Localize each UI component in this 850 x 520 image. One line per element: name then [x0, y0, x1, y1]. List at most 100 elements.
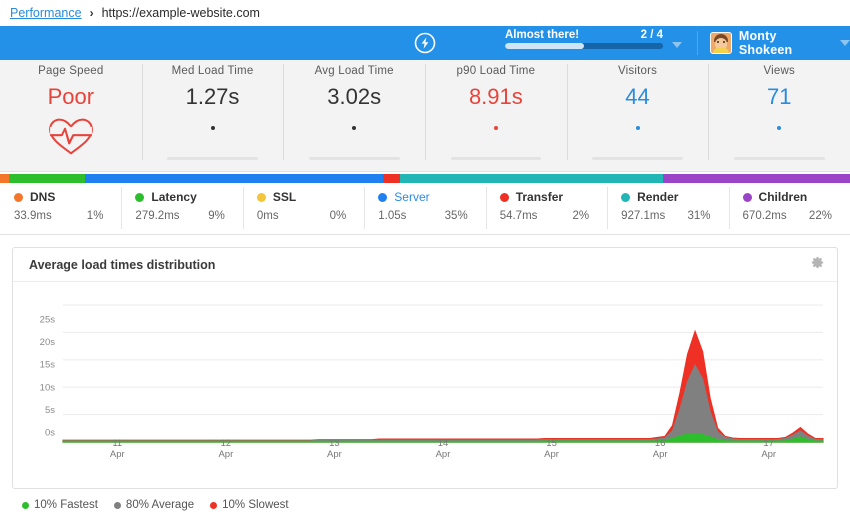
legend-item-fastest[interactable]: 10% Fastest [22, 499, 98, 511]
breakdown-name: Server [394, 190, 430, 204]
breakdown-percent: 35% [444, 210, 468, 222]
progress-count: 2 / 4 [640, 29, 663, 41]
stat-sparkline [142, 122, 284, 162]
breadcrumb: Performance › https://example-website.co… [0, 0, 850, 26]
svg-text:20s: 20s [40, 337, 56, 348]
breakdown-name: Children [758, 190, 808, 204]
breakdown-item-ssl[interactable]: SSL 0ms 0% [242, 183, 364, 234]
stat-card-med-load-time[interactable]: Med Load Time 1.27s [141, 60, 284, 171]
legend-item-slowest[interactable]: 10% Slowest [210, 499, 289, 511]
breakdown-values: 0ms 0% [257, 210, 364, 222]
breadcrumb-separator-icon: › [89, 6, 94, 20]
svg-text:25s: 25s [40, 315, 56, 326]
stat-card-p90-load-time[interactable]: p90 Load Time 8.91s [425, 60, 567, 171]
breakdown-time: 670.2ms [742, 210, 787, 222]
stat-card-views[interactable]: Views 71 [708, 60, 850, 171]
user-name: Monty Shokeen [738, 29, 793, 57]
chevron-down-icon-user[interactable] [840, 40, 850, 46]
stat-label: Med Load Time [171, 65, 254, 77]
svg-text:0s: 0s [45, 428, 55, 439]
stackbar-segment-dns[interactable] [0, 174, 9, 183]
legend-dot-dns [14, 192, 23, 202]
legend-dot [113, 501, 121, 509]
avatar [710, 32, 732, 54]
legend-dot-latency [135, 192, 145, 202]
stat-card-visitors[interactable]: Visitors 44 [566, 60, 709, 171]
stackbar-segment-server[interactable] [85, 174, 383, 183]
chart-legend: 10% Fastest 80% Average 10% Slowest [0, 489, 850, 511]
breakdown-head: Transfer [499, 190, 607, 204]
stat-label: Views [763, 65, 795, 77]
breakdown-head: Render [621, 190, 728, 204]
stat-label: Avg Load Time [314, 65, 394, 77]
topbar-divider [697, 31, 698, 55]
stat-value: Poor [47, 84, 95, 109]
breakdown-values: 1.05s 35% [378, 210, 485, 222]
breakdown-item-dns[interactable]: DNS 33.9ms 1% [0, 183, 121, 234]
breadcrumb-root-link[interactable]: Performance [10, 6, 82, 20]
stat-value: 44 [625, 84, 650, 109]
breakdown-item-server[interactable]: Server 1.05s 35% [364, 183, 485, 234]
breakdown-time: 279.2ms [135, 210, 180, 222]
breakdown-head: Latency [135, 190, 242, 204]
breakdown-item-latency[interactable]: Latency 279.2ms 9% [121, 183, 242, 234]
breakdown-head: Server [378, 190, 485, 204]
stat-sparkline [425, 122, 567, 162]
svg-text:Apr: Apr [327, 449, 342, 460]
breakdown-name: Render [637, 190, 679, 204]
stat-card-page-speed[interactable]: Page Speed Poor [0, 60, 142, 171]
svg-text:15: 15 [546, 438, 557, 449]
svg-text:13: 13 [329, 438, 340, 449]
breakdown-values: 33.9ms 1% [14, 210, 121, 222]
stat-value: 8.91s [468, 84, 523, 109]
stackbar-segment-children[interactable] [663, 174, 850, 183]
breakdown-time: 1.05s [378, 210, 407, 222]
stat-label: p90 Load Time [456, 65, 536, 77]
stackbar-segment-latency[interactable] [8, 174, 85, 183]
breakdown-name: Transfer [515, 190, 564, 204]
stat-card-avg-load-time[interactable]: Avg Load Time 3.02s [283, 60, 425, 171]
breakdown-percent: 2% [572, 210, 590, 222]
svg-text:11: 11 [112, 438, 122, 449]
stackbar-segment-render[interactable] [399, 174, 663, 183]
legend-dot [210, 501, 218, 509]
legend-dot-render [621, 192, 631, 202]
stat-value: 3.02s [327, 84, 382, 109]
stat-value: 1.27s [185, 84, 240, 109]
breakdown-item-children[interactable]: Children 670.2ms 22% [728, 183, 850, 234]
svg-text:Apr: Apr [110, 449, 125, 460]
breakdown-values: 279.2ms 9% [135, 210, 242, 222]
progress-label: Almost there! [505, 29, 580, 41]
gear-icon[interactable] [810, 255, 825, 275]
user-menu[interactable]: Monty Shokeen [710, 26, 850, 60]
stats-row: Page Speed Poor Med Load Time 1.27s Avg Load… [0, 60, 850, 172]
heart-pulse-icon [45, 116, 97, 156]
legend-item-average[interactable]: 80% Average [113, 499, 194, 511]
breakdown-item-render[interactable]: Render 927.1ms 31% [607, 183, 728, 234]
breadcrumb-url[interactable]: https://example-website.com [102, 6, 260, 20]
svg-text:12: 12 [221, 438, 232, 449]
onboarding-progress[interactable]: Almost there! 2 / 4 [505, 29, 663, 49]
breakdown-percent: 9% [208, 210, 225, 222]
chart-panel: Average load times distribution 0s 5s 10s 1… [12, 247, 838, 489]
breakdown-item-transfer[interactable]: Transfer 54.7ms 2% [485, 183, 607, 234]
progress-fill [505, 43, 584, 49]
chart-panel-header: Average load times distribution [13, 248, 837, 282]
svg-text:Apr: Apr [218, 449, 233, 460]
breakdown-time: 0ms [256, 210, 279, 222]
lightning-bolt-icon[interactable] [412, 30, 438, 56]
load-time-chart[interactable]: 0s 5s 10s 15s 20s 25s 11 Apr 12 Apr 13 Apr 14 Apr 15 Ap… [13, 282, 837, 488]
stackbar-segment-transfer[interactable] [382, 174, 400, 183]
svg-text:10s: 10s [40, 382, 56, 393]
stat-sparkline [567, 122, 709, 162]
legend-dot-server [378, 192, 388, 202]
svg-text:Apr: Apr [653, 449, 668, 460]
legend-dot-children [742, 192, 752, 202]
timing-stacked-bar [0, 174, 850, 183]
breakdown-time: 927.1ms [621, 210, 666, 222]
chevron-down-icon-progress[interactable] [672, 42, 682, 48]
breakdown-percent: 1% [86, 210, 104, 222]
stat-sparkline [708, 122, 850, 162]
progress-track [505, 43, 663, 49]
legend-dot-transfer [499, 192, 509, 202]
